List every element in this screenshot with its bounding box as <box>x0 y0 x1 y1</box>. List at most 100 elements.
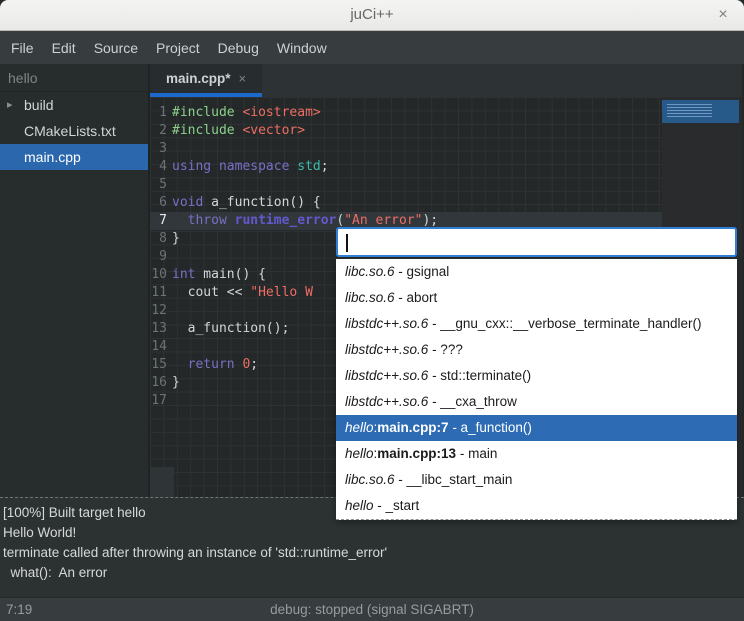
window-close-button[interactable]: × <box>713 5 733 25</box>
stack-frame-item-7[interactable]: hello:main.cpp:7 - a_function() <box>336 415 737 441</box>
terminal-line: what(): An error <box>3 563 741 583</box>
menu-item-source[interactable]: Source <box>85 34 147 62</box>
tree-item-main.cpp[interactable]: main.cpp <box>0 144 148 170</box>
code-token-pp: #include <box>172 105 235 120</box>
code-token-kw: return <box>188 357 235 372</box>
code-text: cout << "Hello W <box>172 284 313 302</box>
stack-frame-item-8[interactable]: hello:main.cpp:13 - main <box>336 441 737 467</box>
frame-text: libstdc++.so.6 <box>345 394 428 409</box>
project-name: hello <box>0 64 148 92</box>
code-line[interactable]: 4using namespace std; <box>150 158 662 176</box>
frame-text: - a_function() <box>449 420 532 435</box>
hscrollbar-thumb[interactable] <box>150 467 174 497</box>
text-cursor <box>346 234 348 252</box>
menubar: FileEditSourceProjectDebugWindow <box>0 31 744 64</box>
frame-text: main.cpp:7 <box>377 420 448 435</box>
code-token-pp: #include <box>172 123 235 138</box>
line-number: 15 <box>150 356 172 374</box>
stack-frame-item-10[interactable]: hello - _start <box>336 493 737 519</box>
code-token-kw: int <box>172 267 195 282</box>
frame-text: libstdc++.so.6 <box>345 342 428 357</box>
code-token-txt: a_function() { <box>203 195 320 210</box>
tree-item-label: CMakeLists.txt <box>24 118 116 144</box>
stack-frame-item-4[interactable]: libstdc++.so.6 - ??? <box>336 337 737 363</box>
titlebar[interactable]: juCi++ × <box>0 0 744 31</box>
minimap-code-lines <box>667 104 712 119</box>
code-token-str: "An error" <box>344 213 422 228</box>
code-text: int main() { <box>172 266 266 284</box>
line-number: 17 <box>150 392 172 410</box>
frame-text: libc.so.6 <box>345 290 395 305</box>
minimap-viewport[interactable] <box>662 100 739 123</box>
code-text: #include <vector> <box>172 122 305 140</box>
frame-text: - abort <box>395 290 438 305</box>
code-token-txt <box>211 159 219 174</box>
code-line[interactable]: 3 <box>150 140 662 158</box>
stack-frame-item-2[interactable]: libc.so.6 - abort <box>336 285 737 311</box>
code-token-txt <box>172 213 188 228</box>
code-token-txt: cout << <box>172 285 250 300</box>
line-number: 12 <box>150 302 172 320</box>
code-token-kw: using <box>172 159 211 174</box>
stack-frame-item-1[interactable]: libc.so.6 - gsignal <box>336 259 737 285</box>
menu-item-window[interactable]: Window <box>268 34 336 62</box>
status-debug-message: debug: stopped (signal SIGABRT) <box>0 602 744 617</box>
tree-item-cmakelists.txt[interactable]: CMakeLists.txt <box>0 118 148 144</box>
code-token-txt: ); <box>422 213 438 228</box>
code-token-txt: a_function(); <box>172 321 289 336</box>
frame-text: - _start <box>374 498 420 513</box>
code-line[interactable]: 6void a_function() { <box>150 194 662 212</box>
frame-text: libstdc++.so.6 <box>345 316 428 331</box>
code-token-kw: namespace <box>219 159 289 174</box>
code-line[interactable]: 5 <box>150 176 662 194</box>
stack-frame-item-3[interactable]: libstdc++.so.6 - __gnu_cxx::__verbose_te… <box>336 311 737 337</box>
menu-item-edit[interactable]: Edit <box>43 34 85 62</box>
tabbar: main.cpp* × <box>150 64 742 97</box>
stack-frame-popup: libc.so.6 - gsignallibc.so.6 - abortlibs… <box>336 227 737 520</box>
line-number: 14 <box>150 338 172 356</box>
code-text: void a_function() { <box>172 194 321 212</box>
file-browser-panel: hello ▸buildCMakeLists.txtmain.cpp <box>0 64 150 497</box>
line-number: 5 <box>150 176 172 194</box>
frame-text: libc.so.6 <box>345 264 395 279</box>
frame-text: - gsignal <box>395 264 450 279</box>
code-token-txt: } <box>172 375 180 390</box>
frame-text: main.cpp:13 <box>377 446 456 461</box>
frame-text: - std::terminate() <box>428 368 531 383</box>
line-number: 9 <box>150 248 172 266</box>
menu-item-debug[interactable]: Debug <box>209 34 268 62</box>
line-number: 1 <box>150 104 172 122</box>
window-title: juCi++ <box>0 6 744 23</box>
code-token-kw: void <box>172 195 203 210</box>
line-number: 8 <box>150 230 172 248</box>
tab-close-icon[interactable]: × <box>238 71 246 86</box>
stack-frame-item-9[interactable]: libc.so.6 - __libc_start_main <box>336 467 737 493</box>
line-number: 7 <box>150 212 172 230</box>
frame-text: libc.so.6 <box>345 472 395 487</box>
code-line[interactable]: 2#include <vector> <box>150 122 662 140</box>
tree-item-build[interactable]: ▸build <box>0 92 148 118</box>
frame-text: - ??? <box>428 342 463 357</box>
tab-main-cpp[interactable]: main.cpp* × <box>150 64 262 97</box>
menu-item-project[interactable]: Project <box>147 34 209 62</box>
code-text: } <box>172 374 180 392</box>
tab-label: main.cpp* <box>166 71 231 86</box>
terminal-line: Hello World! <box>3 523 741 543</box>
line-number: 2 <box>150 122 172 140</box>
menu-item-file[interactable]: File <box>2 34 43 62</box>
file-tree: ▸buildCMakeLists.txtmain.cpp <box>0 92 148 170</box>
expander-icon[interactable]: ▸ <box>7 92 13 118</box>
frame-text: hello <box>345 498 374 513</box>
code-line[interactable]: 1#include <iostream> <box>150 104 662 122</box>
code-token-str: <iostream> <box>242 105 320 120</box>
code-token-str: <vector> <box>242 123 305 138</box>
code-token-txt <box>172 357 188 372</box>
frame-text: - __cxa_throw <box>428 394 517 409</box>
code-token-str: "Hello W <box>250 285 313 300</box>
line-number: 4 <box>150 158 172 176</box>
code-text: a_function(); <box>172 320 289 338</box>
code-text: } <box>172 230 180 248</box>
frame-search-input[interactable] <box>336 227 737 257</box>
stack-frame-item-6[interactable]: libstdc++.so.6 - __cxa_throw <box>336 389 737 415</box>
stack-frame-item-5[interactable]: libstdc++.so.6 - std::terminate() <box>336 363 737 389</box>
